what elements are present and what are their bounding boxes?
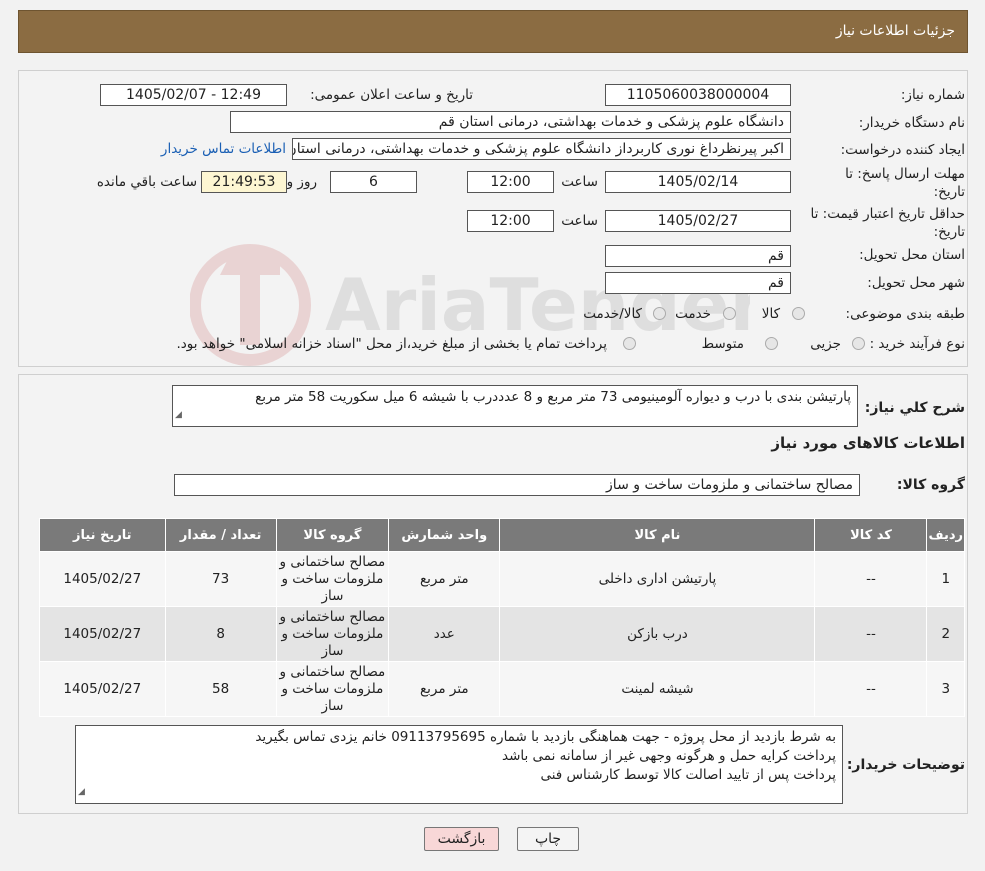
back-button[interactable]: بازگشت <box>424 827 499 851</box>
col-header-unit: واحد شمارش <box>388 518 501 552</box>
buyer-notes-textarea[interactable]: به شرط بازدید از محل پروژه - جهت هماهنگی… <box>75 725 843 804</box>
cell-code: -- <box>814 661 928 717</box>
summary-label: شرح کلي نياز: <box>864 400 965 416</box>
category-radio-goods[interactable] <box>792 307 805 320</box>
deadline-time-field: 12:00 <box>467 171 554 193</box>
need-number-field: 1105060038000004 <box>605 84 791 106</box>
province-field: قم <box>605 245 791 267</box>
process-option-minor: جزیی <box>810 336 841 352</box>
cell-qty: 8 <box>164 606 277 662</box>
col-header-qty: تعداد / مقدار <box>164 518 277 552</box>
cell-qty: 58 <box>164 661 277 717</box>
table-row: 2 -- درب بازکن عدد مصالح ساختمانی و ملزو… <box>39 606 965 662</box>
cell-code: -- <box>814 606 928 662</box>
cell-index: 3 <box>926 661 965 717</box>
cell-code: -- <box>814 551 928 607</box>
days-field: 6 <box>330 171 417 193</box>
page-header: جزئیات اطلاعات نیاز <box>18 10 968 53</box>
cell-qty: 73 <box>164 551 277 607</box>
category-radio-goods-service[interactable] <box>653 307 666 320</box>
goods-group-field: مصالح ساختمانی و ملزومات ساخت و ساز <box>174 474 860 496</box>
validity-time-label: ساعت <box>561 213 598 229</box>
cell-unit: متر مربع <box>388 661 501 717</box>
process-note: پرداخت تمام یا بخشی از مبلغ خرید،از محل … <box>176 336 607 352</box>
resize-grip-icon[interactable]: ◢ <box>175 406 182 425</box>
category-option-goods-service: کالا/خدمت <box>583 306 642 322</box>
buyer-field: دانشگاه علوم پزشکی و خدمات بهداشتی، درما… <box>230 111 791 133</box>
col-header-index: ردیف <box>926 518 965 552</box>
buyer-notes-label: توضیحات خریدار: <box>846 757 965 773</box>
goods-table: ردیف کد کالا نام کالا واحد شمارش گروه کا… <box>39 518 965 717</box>
col-header-group: گروه کالا <box>275 518 390 552</box>
cell-group: مصالح ساختمانی و ملزومات ساخت و ساز <box>275 551 390 607</box>
process-option-medium: متوسط <box>701 336 744 352</box>
validity-label-date: تاریخ: <box>933 224 965 240</box>
col-header-code: کد کالا <box>814 518 928 552</box>
days-label: روز و <box>286 174 317 190</box>
category-option-goods: کالا <box>761 306 780 322</box>
col-header-name: نام کالا <box>499 518 816 552</box>
goods-info-title: اطلاعات کالاهای مورد نیاز <box>771 434 965 452</box>
table-header-row: ردیف کد کالا نام کالا واحد شمارش گروه کا… <box>39 518 965 552</box>
process-radio-medium[interactable] <box>765 337 778 350</box>
announce-label: تاریخ و ساعت اعلان عمومی: <box>310 87 473 103</box>
resize-grip-icon[interactable]: ◢ <box>78 783 85 802</box>
page-title: جزئیات اطلاعات نیاز <box>835 23 955 39</box>
cell-name: شیشه لمینت <box>499 661 816 717</box>
print-button[interactable]: چاپ <box>517 827 579 851</box>
creator-field: اکبر پیرنظرداغ نوری کاربرداز دانشگاه علو… <box>292 138 791 160</box>
category-label: طبقه بندی موضوعی: <box>845 306 965 322</box>
buyer-label: نام دستگاه خریدار: <box>858 115 965 131</box>
need-number-label: شماره نیاز: <box>900 87 965 103</box>
creator-label: ایجاد کننده درخواست: <box>840 142 965 158</box>
cell-date: 1405/02/27 <box>39 551 166 607</box>
contact-info-link[interactable]: اطلاعات تماس خریدار <box>161 141 286 157</box>
cell-group: مصالح ساختمانی و ملزومات ساخت و ساز <box>275 661 390 717</box>
remaining-time-label: ساعت باقي مانده <box>96 174 197 190</box>
category-radio-service[interactable] <box>723 307 736 320</box>
cell-index: 1 <box>926 551 965 607</box>
col-header-date: تاریخ نیاز <box>39 518 166 552</box>
validity-time-field: 12:00 <box>467 210 554 232</box>
deadline-time-label: ساعت <box>561 174 598 190</box>
deadline-label-date: تاریخ: <box>933 184 965 200</box>
notes-line: پرداخت کرایه حمل و هرگونه وجهی غیر از سا… <box>502 748 836 764</box>
process-label: نوع فرآیند خرید : <box>869 336 965 352</box>
cell-index: 2 <box>926 606 965 662</box>
table-row: 1 -- پارتیشن اداری داخلی متر مربع مصالح … <box>39 551 965 607</box>
cell-unit: عدد <box>388 606 501 662</box>
city-field: قم <box>605 272 791 294</box>
validity-label: حداقل تاریخ اعتبار قیمت: تا <box>810 206 965 222</box>
cell-date: 1405/02/27 <box>39 606 166 662</box>
process-radio-treasury[interactable] <box>623 337 636 350</box>
city-label: شهر محل تحویل: <box>867 275 965 291</box>
table-row: 3 -- شیشه لمینت متر مربع مصالح ساختمانی … <box>39 661 965 717</box>
cell-name: درب بازکن <box>499 606 816 662</box>
category-option-service: خدمت <box>675 306 711 322</box>
notes-line: به شرط بازدید از محل پروژه - جهت هماهنگی… <box>255 729 836 745</box>
validity-date-field: 1405/02/27 <box>605 210 791 232</box>
goods-group-label: گروه کالا: <box>896 477 965 493</box>
cell-unit: متر مربع <box>388 551 501 607</box>
notes-line: پرداخت پس از تایید اصالت کالا توسط کارشن… <box>540 767 836 783</box>
announce-field: 1405/02/07 - 12:49 <box>100 84 287 106</box>
summary-textarea[interactable]: پارتیشن بندی با درب و دیواره آلومینیومی … <box>172 385 858 427</box>
process-radio-minor[interactable] <box>852 337 865 350</box>
summary-text: پارتیشن بندی با درب و دیواره آلومینیومی … <box>255 389 851 405</box>
cell-group: مصالح ساختمانی و ملزومات ساخت و ساز <box>275 606 390 662</box>
province-label: استان محل تحویل: <box>859 247 965 263</box>
deadline-label: مهلت ارسال پاسخ: تا <box>845 166 965 182</box>
cell-date: 1405/02/27 <box>39 661 166 717</box>
cell-name: پارتیشن اداری داخلی <box>499 551 816 607</box>
deadline-date-field: 1405/02/14 <box>605 171 791 193</box>
remaining-time-field: 21:49:53 <box>201 171 287 193</box>
